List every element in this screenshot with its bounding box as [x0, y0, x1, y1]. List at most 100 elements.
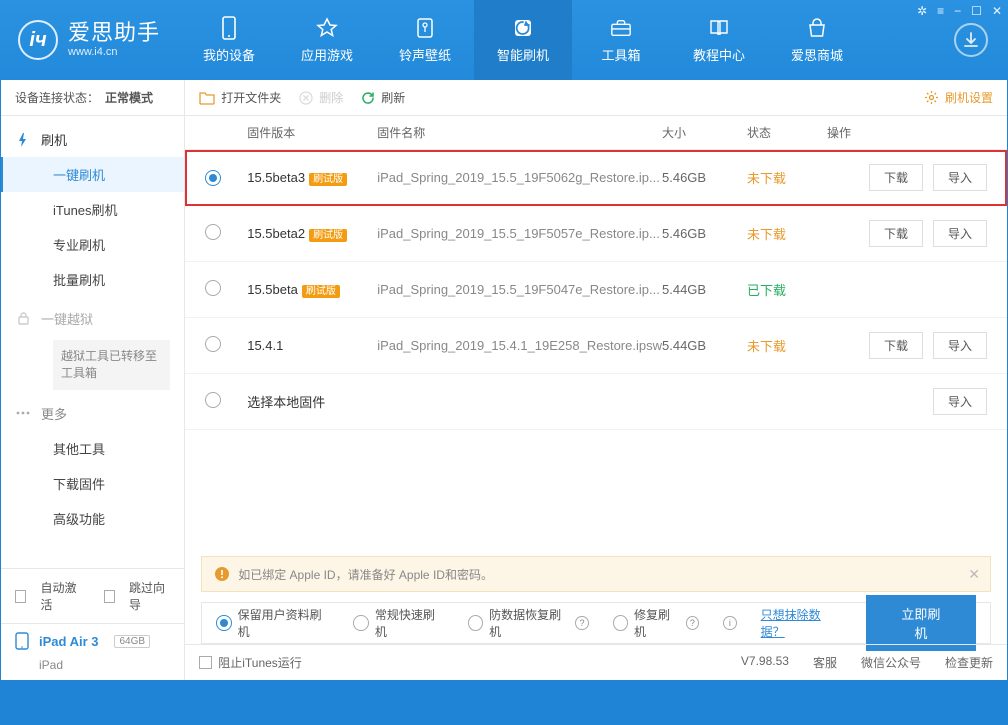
flash-settings-button[interactable]: 刷机设置 — [924, 89, 993, 106]
sidebar-item-batch[interactable]: 批量刷机 — [1, 262, 184, 297]
firmware-radio[interactable] — [205, 336, 221, 352]
firmware-radio[interactable] — [205, 280, 221, 296]
brand-url: www.i4.cn — [68, 47, 160, 58]
col-name: 固件名称 — [377, 124, 662, 141]
col-version: 固件版本 — [247, 124, 377, 141]
toolbar: 打开文件夹 删除 刷新 刷机设置 — [185, 80, 1007, 116]
firmware-row[interactable]: 15.4.1 iPad_Spring_2019_15.4.1_19E258_Re… — [185, 318, 1007, 374]
nav-my-device[interactable]: 我的设备 — [180, 0, 278, 80]
win-minimize-icon[interactable]: − — [954, 4, 961, 18]
firmware-row[interactable]: 15.5beta3刷试版 iPad_Spring_2019_15.5_19F50… — [185, 150, 1007, 206]
flash-opt-quick[interactable]: 常规快速刷机 — [353, 606, 443, 640]
support-link[interactable]: 客服 — [813, 654, 837, 671]
win-close-icon[interactable]: ✕ — [992, 4, 1002, 18]
skip-guide-checkbox[interactable] — [104, 590, 115, 603]
nav-apps-games[interactable]: 应用游戏 — [278, 0, 376, 80]
sidebar-jailbreak-label: 一键越狱 — [41, 309, 93, 328]
flash-opt-radio[interactable] — [468, 615, 483, 631]
nav-store[interactable]: 爱思商城 — [768, 0, 866, 80]
sidebar-item-dl-fw[interactable]: 下载固件 — [1, 466, 184, 501]
col-action: 操作 — [827, 124, 987, 141]
lock-icon — [15, 311, 31, 327]
download-button[interactable]: 下载 — [869, 220, 923, 247]
sidebar-flash-label: 刷机 — [41, 130, 67, 149]
win-extras-icon[interactable]: ✲ — [917, 4, 927, 18]
firmware-radio[interactable] — [205, 170, 221, 186]
firmware-list: 15.5beta3刷试版 iPad_Spring_2019_15.5_19F50… — [185, 150, 1007, 430]
nav-ringtones[interactable]: 铃声壁纸 — [376, 0, 474, 80]
sidebar-group-flash[interactable]: 刷机 — [1, 122, 184, 157]
delete-label: 删除 — [319, 89, 343, 106]
refresh-button[interactable]: 刷新 — [361, 89, 405, 106]
notice-text: 如已绑定 Apple ID，请准备好 Apple ID和密码。 — [238, 566, 493, 583]
nav-tutorial[interactable]: 教程中心 — [670, 0, 768, 80]
more-icon — [15, 405, 31, 421]
flash-icon — [15, 132, 31, 148]
sidebar-item-adv[interactable]: 高级功能 — [1, 501, 184, 536]
status-prefix: 设备连接状态： — [15, 89, 99, 106]
app-version: V7.98.53 — [741, 654, 789, 671]
auto-activate-checkbox[interactable] — [15, 590, 26, 603]
flash-settings-label: 刷机设置 — [945, 89, 993, 106]
win-maximize-icon[interactable]: ☐ — [971, 4, 982, 18]
import-button[interactable]: 导入 — [933, 220, 987, 247]
flash-opt-keep[interactable]: 保留用户资料刷机 — [216, 606, 329, 640]
import-button[interactable]: 导入 — [933, 332, 987, 359]
firmware-radio[interactable] — [205, 392, 221, 408]
flash-options: 保留用户资料刷机常规快速刷机防数据恢复刷机?修复刷机? i 只想抹除数据？ 立即… — [201, 602, 991, 644]
toolbox-icon — [610, 17, 632, 39]
sidebar-group-jailbreak: 一键越狱 — [1, 301, 184, 336]
smart-flash-icon — [512, 17, 534, 39]
skip-guide-label: 跳过向导 — [129, 579, 170, 613]
nav-toolbox[interactable]: 工具箱 — [572, 0, 670, 80]
block-itunes-checkbox[interactable] — [199, 656, 212, 669]
download-button[interactable]: 下载 — [869, 164, 923, 191]
sidebar-item-pro[interactable]: 专业刷机 — [1, 227, 184, 262]
firmware-row[interactable]: 15.5beta2刷试版 iPad_Spring_2019_15.5_19F50… — [185, 206, 1007, 262]
sidebar-group-more[interactable]: 更多 — [1, 396, 184, 431]
flash-opt-recover[interactable]: 防数据恢复刷机? — [468, 606, 589, 640]
header-right — [954, 23, 1008, 57]
import-button[interactable]: 导入 — [933, 388, 987, 415]
device-row[interactable]: iPad Air 3 64GB — [1, 623, 184, 658]
download-button[interactable]: 下载 — [869, 332, 923, 359]
main-area: 设备连接状态： 正常模式 刷机 一键刷机iTunes刷机专业刷机批量刷机 — [0, 80, 1008, 681]
flash-opt-radio[interactable] — [613, 615, 628, 631]
check-update-link[interactable]: 检查更新 — [945, 654, 993, 671]
tutorial-icon — [708, 17, 730, 39]
download-manager-icon[interactable] — [954, 23, 988, 57]
logo-icon: iч — [18, 20, 58, 60]
erase-info-icon[interactable]: i — [723, 616, 737, 630]
help-icon[interactable]: ? — [575, 616, 588, 630]
table-header: 固件版本 固件名称 大小 状态 操作 — [185, 116, 1007, 150]
flash-opt-repair[interactable]: 修复刷机? — [613, 606, 699, 640]
help-icon[interactable]: ? — [686, 616, 699, 630]
wechat-link[interactable]: 微信公众号 — [861, 654, 921, 671]
status-value: 正常模式 — [105, 89, 153, 106]
win-menu-icon[interactable]: ≡ — [937, 4, 944, 18]
flash-opt-radio[interactable] — [353, 615, 368, 631]
delete-button: 删除 — [299, 89, 343, 106]
device-icon — [15, 632, 29, 650]
firmware-row[interactable]: 15.5beta刷试版 iPad_Spring_2019_15.5_19F504… — [185, 262, 1007, 318]
sidebar-item-itunes[interactable]: iTunes刷机 — [1, 192, 184, 227]
main-nav: 我的设备应用游戏铃声壁纸智能刷机工具箱教程中心爱思商城 — [180, 0, 866, 80]
open-folder-button[interactable]: 打开文件夹 — [199, 89, 281, 106]
flash-now-button[interactable]: 立即刷机 — [866, 595, 976, 651]
import-button[interactable]: 导入 — [933, 164, 987, 191]
erase-data-link[interactable]: 只想抹除数据？ — [761, 606, 842, 640]
nav-smart-flash[interactable]: 智能刷机 — [474, 0, 572, 80]
notice-close-icon[interactable]: ✕ — [968, 566, 980, 583]
sidebar-item-one-key[interactable]: 一键刷机 — [1, 157, 184, 192]
col-size: 大小 — [662, 124, 747, 141]
flash-opt-radio[interactable] — [216, 615, 231, 631]
footer-bar: 阻止iTunes运行 V7.98.53 客服 微信公众号 检查更新 — [185, 644, 1007, 680]
refresh-label: 刷新 — [381, 89, 405, 106]
sidebar-item-other-tools[interactable]: 其他工具 — [1, 431, 184, 466]
window-controls: ✲ ≡ − ☐ ✕ — [917, 4, 1002, 18]
firmware-row[interactable]: 选择本地固件 导入 — [185, 374, 1007, 430]
firmware-radio[interactable] — [205, 224, 221, 240]
jailbreak-moved-note: 越狱工具已转移至工具箱 — [53, 340, 170, 390]
col-status: 状态 — [747, 124, 827, 141]
device-capacity: 64GB — [114, 635, 150, 648]
